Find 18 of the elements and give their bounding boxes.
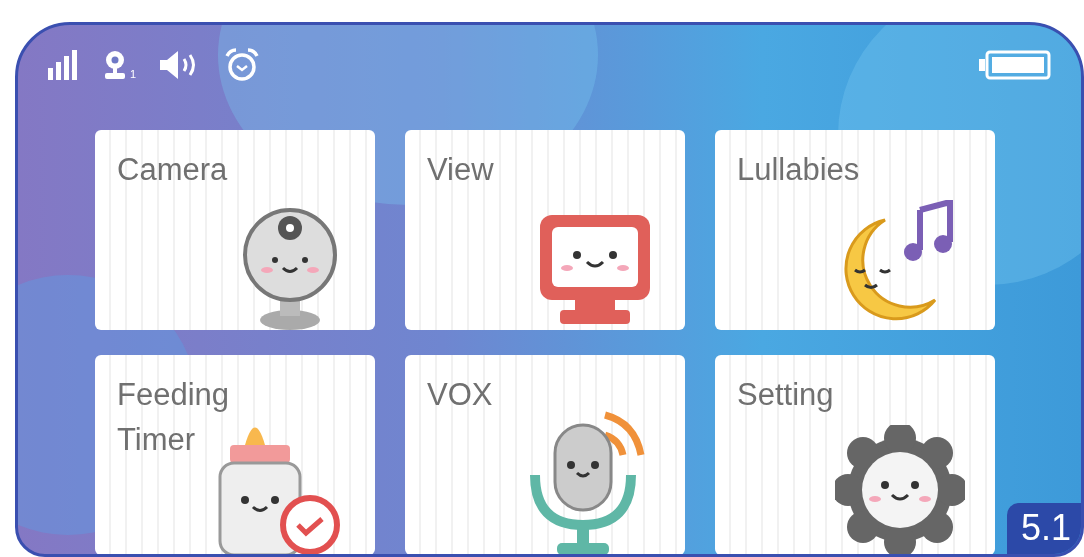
alarm-clock-icon bbox=[224, 48, 261, 82]
menu-tile[interactable]: VOX bbox=[405, 355, 685, 554]
figure-label: 5.1 bbox=[1006, 502, 1081, 554]
camera-number: 1 bbox=[130, 69, 137, 80]
tile-label: Setting bbox=[737, 376, 835, 414]
camera-icon bbox=[102, 50, 128, 80]
battery-icon bbox=[979, 50, 1051, 80]
menu-tile[interactable]: Setting bbox=[715, 355, 995, 554]
menu-tile[interactable]: View bbox=[405, 130, 685, 330]
tile-label: Feeding Timer bbox=[117, 376, 231, 459]
tile-label: VOX bbox=[427, 376, 494, 414]
tile-label: Lullabies bbox=[737, 151, 861, 189]
tile-label: Camera bbox=[117, 151, 229, 189]
menu-tile[interactable]: Camera bbox=[95, 130, 375, 330]
signal-icon bbox=[48, 50, 80, 80]
menu-tile[interactable]: Lullabies bbox=[715, 130, 995, 330]
menu-tile[interactable]: Feeding Timer bbox=[95, 355, 375, 554]
tile-label: View bbox=[427, 151, 495, 189]
